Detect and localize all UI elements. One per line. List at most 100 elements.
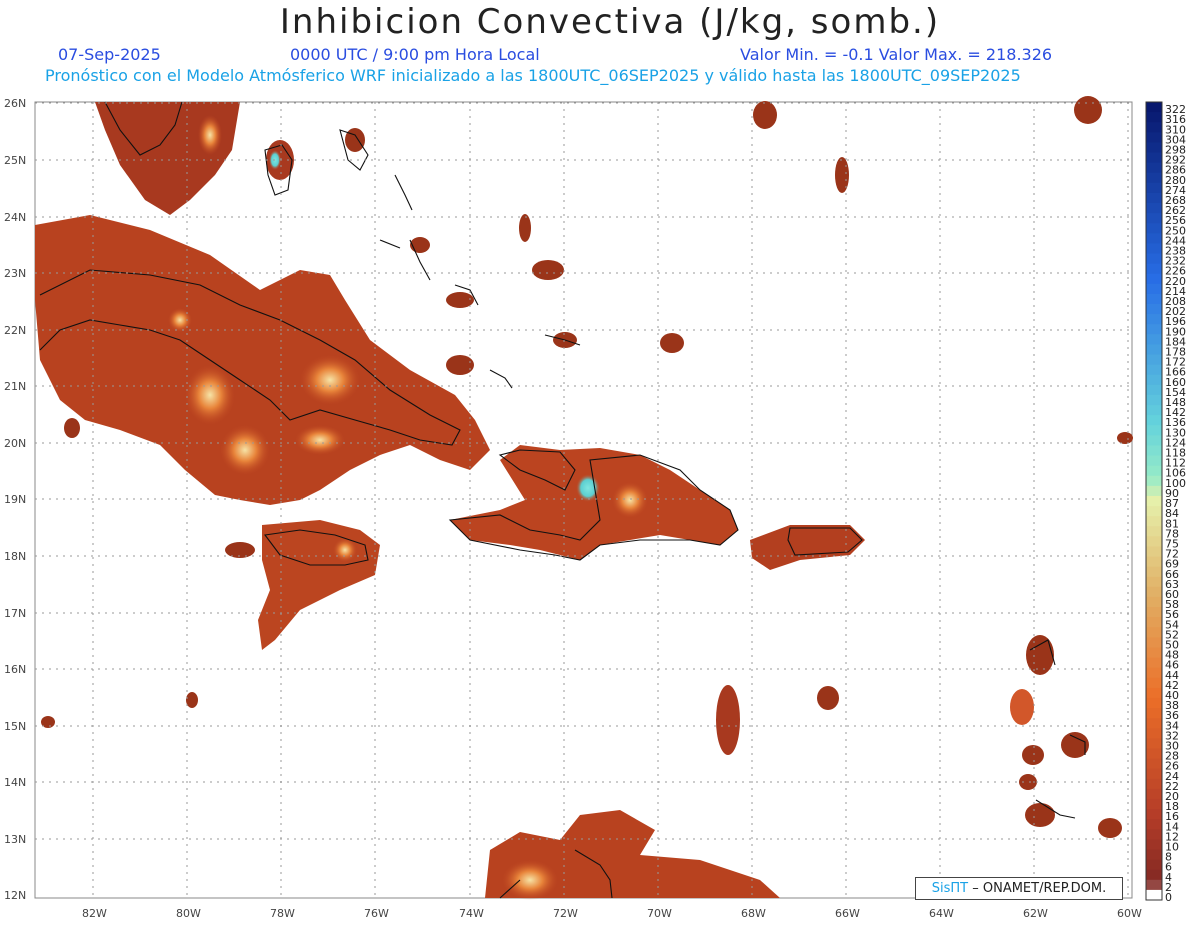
colorbar-swatch [1146, 566, 1162, 578]
colorbar-swatch [1146, 142, 1162, 154]
colorbar-swatch [1146, 334, 1162, 345]
colorbar-swatch [1146, 758, 1162, 770]
colorbar-swatch [1146, 657, 1162, 669]
colorbar-swatch [1146, 243, 1162, 255]
lat-label: 26N [4, 97, 26, 110]
colorbar-swatch [1146, 172, 1162, 184]
map-figure: 26N 25N 24N 23N 22N 21N 20N 19N 18N 17N … [4, 96, 1186, 920]
colorbar-swatch [1146, 677, 1162, 689]
colorbar-swatch [1146, 253, 1162, 265]
colorbar-swatch [1146, 687, 1162, 699]
colorbar-swatch [1146, 122, 1162, 133]
colorbar-swatch [1146, 263, 1162, 275]
lon-label: 80W [176, 907, 201, 920]
colorbar-swatch [1146, 708, 1162, 719]
colorbar-swatch [1146, 809, 1162, 820]
colorbar-swatch [1146, 697, 1162, 709]
lon-label: 76W [364, 907, 389, 920]
colorbar-swatch [1146, 637, 1162, 648]
colorbar-swatch [1146, 889, 1162, 901]
colorbar-swatch [1146, 293, 1162, 305]
lon-label: 62W [1023, 907, 1048, 920]
lon-label: 66W [835, 907, 860, 920]
colorbar-swatch [1146, 596, 1162, 608]
colorbar-swatch [1146, 607, 1162, 618]
colorbar-swatch [1146, 748, 1162, 760]
colorbar-swatch [1146, 425, 1162, 436]
lon-label: 74W [459, 907, 484, 920]
colorbar-swatch [1146, 768, 1162, 780]
lat-label: 23N [4, 267, 26, 280]
colorbar-swatch [1146, 506, 1162, 517]
colorbar-swatch [1146, 667, 1162, 679]
colorbar-swatch [1146, 495, 1162, 507]
colorbar-swatch [1146, 647, 1162, 659]
longitude-labels: 82W 80W 78W 76W 74W 72W 70W 68W 66W 64W … [82, 907, 1142, 920]
colorbar-swatch [1146, 475, 1162, 487]
lat-label: 20N [4, 437, 26, 450]
lat-label: 24N [4, 211, 26, 224]
sispi-logo: SisПТ [931, 881, 969, 896]
colorbar-swatch [1146, 617, 1162, 628]
colorbar-swatch [1146, 324, 1162, 335]
lat-label: 21N [4, 380, 26, 393]
colorbar-swatch [1146, 112, 1162, 123]
lat-label: 16N [4, 663, 26, 676]
colorbar-swatch [1146, 526, 1162, 537]
colorbar-swatch [1146, 829, 1162, 840]
colorbar-swatch [1146, 879, 1162, 891]
colorbar-swatch [1146, 394, 1162, 406]
lon-label: 70W [647, 907, 672, 920]
latitude-labels: 26N 25N 24N 23N 22N 21N 20N 19N 18N 17N … [4, 97, 26, 902]
colorbar-swatch [1146, 364, 1162, 376]
colorbar-swatch [1146, 405, 1162, 416]
credit-box: SisПТ – ONAMET/REP.DOM. [915, 877, 1123, 900]
colorbar-swatch [1146, 516, 1162, 527]
colorbar-swatch [1146, 455, 1162, 467]
colorbar-swatch [1146, 415, 1162, 426]
lat-label: 19N [4, 493, 26, 506]
colorbar-swatch [1146, 576, 1162, 588]
lat-label: 18N [4, 550, 26, 563]
colorbar-swatch [1146, 374, 1162, 386]
lat-label: 13N [4, 833, 26, 846]
lat-label: 12N [4, 889, 26, 902]
lat-label: 17N [4, 607, 26, 620]
colorbar-swatch [1146, 445, 1162, 457]
colorbar-swatch [1146, 314, 1162, 325]
colorbar-swatch [1146, 384, 1162, 396]
colorbar-swatch [1146, 435, 1162, 446]
lon-label: 82W [82, 907, 107, 920]
colorbar-swatch [1146, 869, 1162, 881]
lon-label: 78W [270, 907, 295, 920]
colorbar-swatch [1146, 354, 1162, 366]
colorbar-swatch [1146, 162, 1162, 174]
colorbar-swatch [1146, 738, 1162, 749]
colorbar-swatch [1146, 859, 1162, 871]
colorbar-swatch [1146, 152, 1162, 164]
colorbar-swatch [1146, 819, 1162, 830]
colorbar-swatch [1146, 849, 1162, 861]
lat-label: 15N [4, 720, 26, 733]
colorbar: 3223163103042982922862802742682622562502… [1145, 101, 1186, 904]
colorbar-swatch [1146, 728, 1162, 739]
colorbar-swatch [1146, 223, 1162, 234]
colorbar-swatch [1146, 132, 1162, 143]
lat-label: 25N [4, 154, 26, 167]
colorbar-swatch [1146, 283, 1162, 295]
lat-label: 22N [4, 324, 26, 337]
lon-label: 64W [929, 907, 954, 920]
colorbar-swatch [1146, 213, 1162, 224]
colorbar-swatch [1146, 788, 1162, 800]
colorbar-swatch [1146, 233, 1162, 244]
colorbar-swatch [1146, 485, 1162, 497]
colorbar-swatch [1146, 718, 1162, 729]
colorbar-swatch [1146, 627, 1162, 638]
colorbar-swatch [1146, 102, 1162, 113]
colorbar-swatch [1146, 304, 1162, 315]
colorbar-swatch [1146, 839, 1162, 850]
colorbar-swatch [1146, 798, 1162, 810]
colorbar-label: 0 [1165, 891, 1172, 904]
colorbar-swatch [1146, 344, 1162, 356]
colorbar-swatch [1146, 182, 1162, 194]
